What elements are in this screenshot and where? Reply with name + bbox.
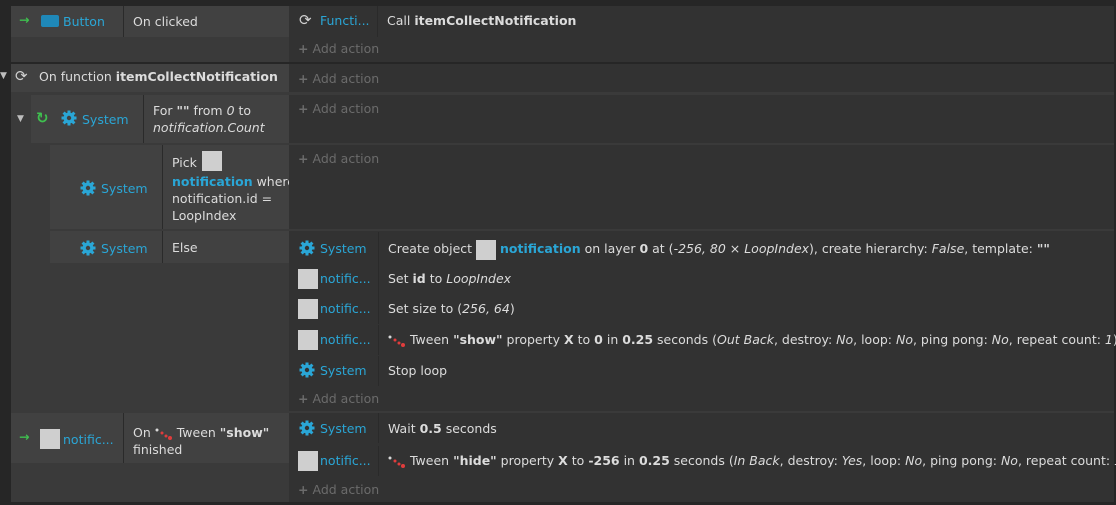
tween-object-name: notific... [63, 432, 114, 447]
add-action-button[interactable]: + Add action [298, 391, 379, 406]
gear-icon [80, 180, 96, 196]
action-object-name: System [320, 241, 367, 256]
gear-icon [80, 240, 96, 256]
action-row[interactable]: System Stop loop [298, 356, 1108, 386]
loop-actions-area [289, 95, 1114, 143]
gear-icon [299, 420, 315, 436]
notification-thumbnail [298, 330, 318, 350]
function-actions-area [289, 64, 1114, 92]
pick-actions-area [289, 145, 1114, 229]
add-action-button[interactable]: + Add action [298, 151, 379, 166]
action-row[interactable]: notific... Tween "hide" property X to -2… [298, 446, 1116, 476]
notification-thumbnail [298, 299, 318, 319]
notification-thumbnail [40, 429, 60, 449]
action-object-name: System [320, 421, 367, 436]
action-object-name: notific... [320, 301, 371, 316]
tween-icon [155, 428, 172, 440]
function-title: On function itemCollectNotification [39, 69, 278, 84]
notification-thumbnail [298, 451, 318, 471]
action-text: Tween "show" property X to 0 in 0.25 sec… [388, 330, 1116, 350]
loop-icon: ↻ [36, 109, 49, 127]
action-object-name: Functi... [320, 13, 370, 28]
function-condition-row[interactable]: ⟳ On function itemCollectNotification [11, 64, 289, 92]
action-object-name: System [320, 363, 367, 378]
pick-condition-row[interactable]: System Pick notification where notificat… [50, 145, 295, 229]
action-row[interactable]: System Create object notification on lay… [298, 232, 1108, 264]
loop-condition-row[interactable]: ↻ System For "" from 0 to notification.C… [31, 95, 289, 143]
add-action-button[interactable]: + Add action [298, 41, 379, 56]
notification-thumbnail [476, 239, 497, 260]
loop-text-line2: notification.Count [153, 120, 265, 135]
action-text: Set id to LoopIndex [388, 271, 512, 286]
action-row[interactable]: notific... Tween "show" property X to 0 … [298, 325, 1116, 355]
notification-thumbnail [201, 150, 222, 171]
tween-condition-row[interactable]: → notific... On Tween "show" finished [11, 413, 289, 463]
add-action-button[interactable]: + Add action [298, 482, 379, 497]
collapse-toggle-icon[interactable]: ▼ [17, 114, 24, 124]
condition-text: On clicked [133, 14, 198, 29]
else-condition-row[interactable]: System Else [50, 231, 289, 263]
action-text: Set size to (256, 64) [388, 301, 515, 316]
action-object-name: notific... [320, 332, 371, 347]
tween-condition-line2: finished [133, 442, 183, 457]
pick-text-line4: LoopIndex [172, 208, 237, 223]
action-text: Stop loop [388, 363, 448, 378]
else-object-name: System [101, 241, 148, 256]
condition-row[interactable]: → Button On clicked [11, 6, 289, 37]
tween-icon [388, 335, 405, 347]
action-row[interactable]: notific... Set size to (256, 64) [298, 294, 1108, 324]
notification-thumbnail [298, 269, 318, 289]
action-row[interactable]: ⟳ Functi... Call itemCollectNotification [299, 6, 1099, 37]
tween-icon [388, 456, 405, 468]
condition-object-name: Button [63, 14, 105, 29]
trigger-arrow-icon: → [19, 429, 30, 444]
add-action-button[interactable]: + Add action [298, 101, 379, 116]
function-icon: ⟳ [299, 11, 312, 29]
pick-text-line1: Pick [172, 150, 222, 173]
action-text: Create object notification on layer 0 at… [388, 239, 1050, 260]
action-text: Tween "hide" property X to -256 in 0.25 … [388, 451, 1116, 471]
button-object-icon [41, 15, 59, 27]
else-condition-text: Else [172, 240, 198, 255]
action-text: Wait 0.5 seconds [388, 421, 497, 436]
event-button-clicked[interactable]: → Button On clicked ⟳ Functi... Call ite… [11, 6, 1114, 62]
action-object-name: notific... [320, 453, 371, 468]
action-row[interactable]: System Wait 0.5 seconds [298, 413, 1108, 443]
loop-subevents [31, 143, 49, 411]
gear-icon [299, 240, 315, 256]
gear-icon [61, 110, 77, 126]
collapse-toggle-icon[interactable]: ▼ [0, 71, 7, 81]
pick-object-name: System [101, 181, 148, 196]
add-action-button[interactable]: + Add action [298, 71, 379, 86]
gear-icon [299, 362, 315, 378]
loop-object-name: System [82, 112, 129, 127]
action-text: Call itemCollectNotification [387, 13, 577, 28]
trigger-arrow-icon: → [19, 12, 30, 27]
function-icon: ⟳ [15, 67, 28, 85]
action-row[interactable]: notific... Set id to LoopIndex [298, 264, 1108, 294]
action-object-name: notific... [320, 271, 371, 286]
